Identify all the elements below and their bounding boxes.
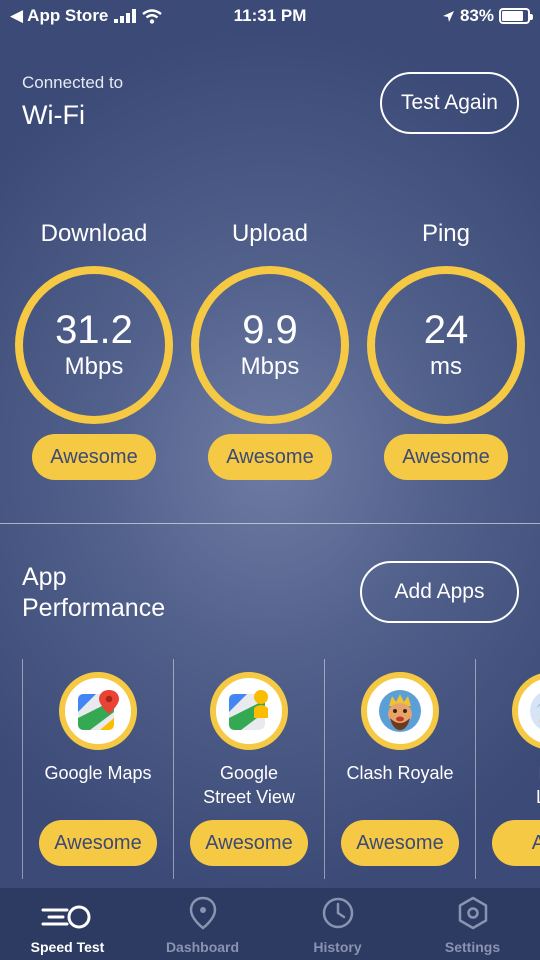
metric-unit: Mbps xyxy=(64,353,124,380)
add-apps-button[interactable]: Add Apps xyxy=(360,561,519,623)
app-icon-ring xyxy=(361,672,439,750)
app-name-line1: Google xyxy=(219,763,279,783)
tab-history[interactable]: History xyxy=(270,888,405,960)
tab-bar: Speed Test Dashboard History Settings xyxy=(0,888,540,960)
app-performance-carousel[interactable]: Google Maps Awesome Google Street View A… xyxy=(22,659,540,879)
download-gauge: 31.2 Mbps xyxy=(15,266,173,424)
clock-icon xyxy=(322,897,353,929)
app-name: Google Maps xyxy=(23,761,173,811)
ping-metric: Ping 24 ms Awesome xyxy=(366,218,526,480)
section-divider xyxy=(0,523,540,524)
app-card-google-street-view[interactable]: Google Street View Awesome xyxy=(173,659,324,879)
connection-label: Connected to xyxy=(22,73,124,92)
metric-unit: Mbps xyxy=(240,353,300,380)
battery-level-fill xyxy=(502,11,523,21)
tab-label: Settings xyxy=(444,939,501,955)
app-name-line1: Mo xyxy=(476,761,540,785)
metric-value: 31.2 xyxy=(55,308,133,352)
app-card-mobile-legends[interactable]: Mo Leg Awe xyxy=(475,659,540,879)
app-icon-ring xyxy=(59,672,137,750)
app-rating-badge: Awesome xyxy=(190,820,308,866)
app-rating-badge: Awesome xyxy=(341,820,459,866)
location-pin-icon xyxy=(189,896,216,930)
app-card-clash-royale[interactable]: Clash Royale Awesome xyxy=(324,659,475,879)
status-bar: ◀ App Store 11:31 PM 83% xyxy=(0,0,540,34)
tab-settings[interactable]: Settings xyxy=(405,888,540,960)
tab-speed-test[interactable]: Speed Test xyxy=(0,888,135,960)
app-icon-ring xyxy=(512,672,540,750)
tab-label: History xyxy=(313,939,362,955)
connection-type: Wi-Fi xyxy=(22,100,85,130)
ping-rating-badge: Awesome xyxy=(384,434,508,480)
street-view-icon xyxy=(229,690,268,730)
clash-royale-icon xyxy=(379,690,421,732)
upload-gauge: 9.9 Mbps xyxy=(191,266,349,424)
download-metric: Download 31.2 Mbps Awesome xyxy=(14,218,174,480)
app-name-line1: Google Maps xyxy=(44,763,152,783)
metric-value: 24 xyxy=(423,308,469,352)
app-card-google-maps[interactable]: Google Maps Awesome xyxy=(22,659,173,879)
app-name: Mo Leg xyxy=(476,761,540,811)
tab-label: Speed Test xyxy=(30,939,105,955)
app-rating-badge: Awesome xyxy=(39,820,157,866)
ping-gauge: 24 ms xyxy=(367,266,525,424)
app-icon-ring xyxy=(210,672,288,750)
mobile-legends-icon xyxy=(530,693,540,729)
tab-dashboard[interactable]: Dashboard xyxy=(135,888,270,960)
metric-title: Download xyxy=(40,220,148,247)
app-name: Clash Royale xyxy=(325,761,475,811)
battery-percent: 83% xyxy=(459,6,494,25)
metric-title: Ping xyxy=(421,220,471,247)
upload-rating-badge: Awesome xyxy=(208,434,332,480)
app-name-line2: Street View xyxy=(203,787,295,807)
metric-title: Upload xyxy=(231,220,309,247)
test-again-button[interactable]: Test Again xyxy=(380,72,519,134)
download-rating-badge: Awesome xyxy=(32,434,156,480)
location-arrow-icon xyxy=(442,10,454,22)
speedometer-icon xyxy=(41,905,90,929)
tab-label: Dashboard xyxy=(165,939,240,955)
google-maps-icon xyxy=(78,690,119,730)
gear-icon xyxy=(458,896,487,930)
app-performance-title: App Performance xyxy=(22,562,165,624)
metric-unit: ms xyxy=(430,353,462,380)
app-name-line1: Clash Royale xyxy=(346,763,454,783)
app-performance-title-line1: App xyxy=(22,563,67,591)
metric-value: 9.9 xyxy=(242,308,298,352)
battery-icon xyxy=(499,8,533,24)
app-performance-title-line2: Performance xyxy=(22,594,166,622)
app-name: Google Street View xyxy=(174,761,324,811)
app-name-line2: Leg xyxy=(476,785,540,809)
upload-metric: Upload 9.9 Mbps Awesome xyxy=(190,218,350,480)
app-rating-badge: Awe xyxy=(492,820,540,866)
